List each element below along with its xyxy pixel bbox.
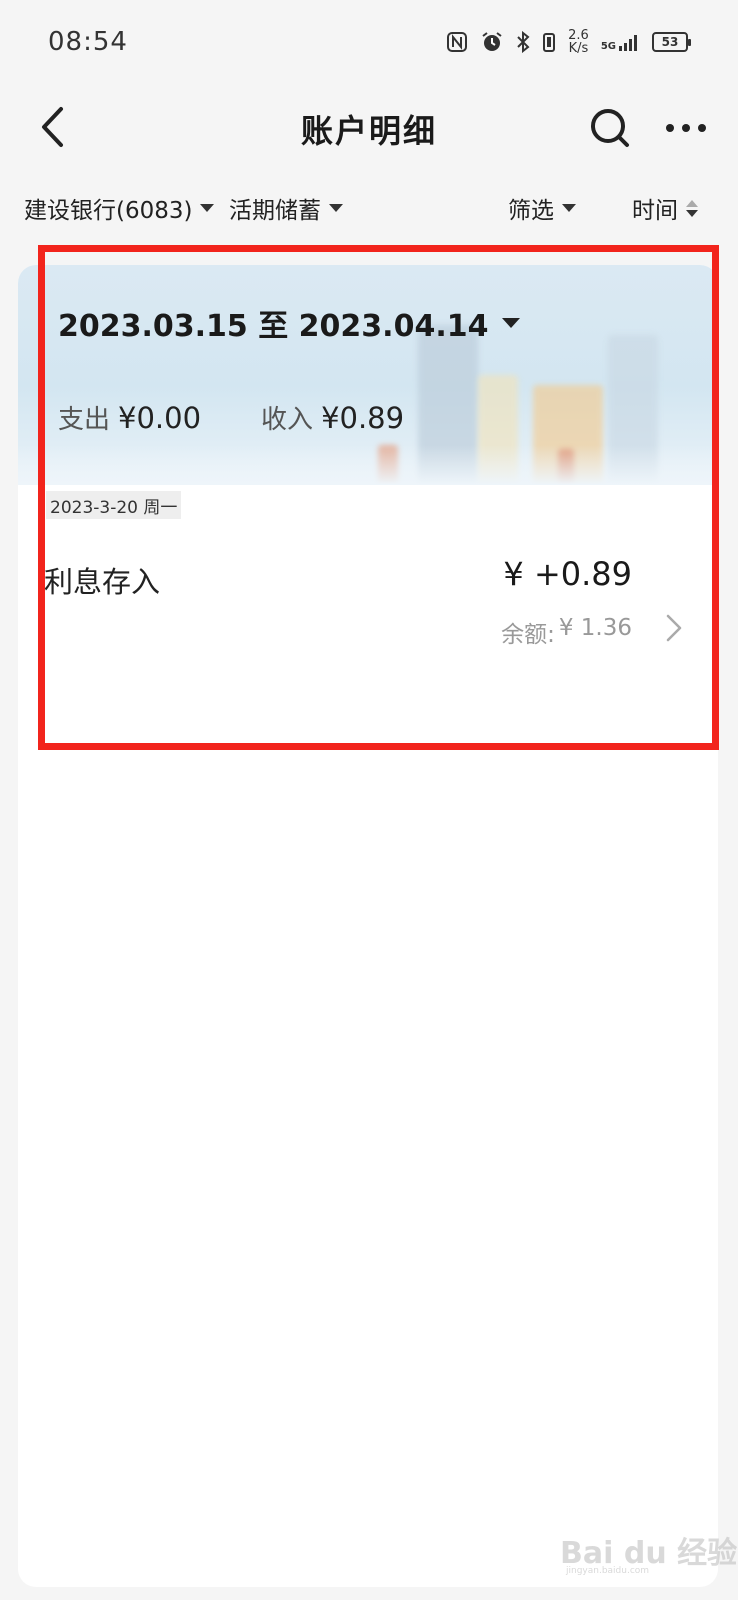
- alarm-icon: [482, 32, 502, 51]
- more-button[interactable]: [660, 102, 712, 154]
- back-button[interactable]: [30, 102, 74, 152]
- filter-label: 筛选: [508, 198, 554, 224]
- expense-summary: 支出 ¥0.00: [58, 399, 201, 436]
- battery-icon: 53: [652, 32, 691, 52]
- income-value: ¥0.89: [321, 401, 405, 435]
- transaction-description: 利息存入: [44, 565, 161, 599]
- expense-value: ¥0.00: [118, 401, 202, 435]
- caret-down-icon: [200, 204, 215, 212]
- network-speed: 2.6 K/s: [568, 29, 589, 55]
- signal-indicator: 5G: [601, 32, 640, 52]
- transaction-row[interactable]: 利息存入 ¥ +0.89 余额: ¥ 1.36: [18, 545, 718, 655]
- account-selector[interactable]: 建设银行(6083): [24, 180, 215, 236]
- date-range-selector[interactable]: 2023.03.15 至 2023.04.14: [58, 301, 521, 345]
- status-time: 08:54: [48, 27, 128, 57]
- network-speed-unit: K/s: [568, 41, 589, 56]
- caret-down-icon: [329, 204, 343, 212]
- caret-down-icon: [502, 318, 521, 328]
- day-header: 2023-3-20 周一: [46, 491, 182, 519]
- status-icons: 2.6 K/s 5G 53: [446, 29, 691, 55]
- sort-label: 时间: [632, 198, 678, 224]
- filter-dropdown[interactable]: 筛选: [508, 180, 576, 236]
- account-type-label: 活期储蓄: [229, 198, 321, 224]
- search-icon: [591, 109, 629, 147]
- statement-card: 2023.03.15 至 2023.04.14 支出 ¥0.00 收入 ¥0.8…: [18, 265, 718, 1587]
- income-summary: 收入 ¥0.89: [261, 399, 404, 436]
- filter-bar: 建设银行(6083) 活期储蓄 筛选 时间: [0, 180, 738, 236]
- date-range-label: 2023.03.15 至 2023.04.14: [58, 309, 489, 344]
- account-selector-label: 建设银行(6083): [24, 198, 193, 224]
- battery-level: 53: [661, 35, 679, 49]
- status-bar: 08:54 2.6 K/s 5G 53: [0, 0, 738, 84]
- nfc-icon: [447, 32, 468, 52]
- balance-label: 余额:: [501, 622, 555, 648]
- navigation-header: 账户明细: [0, 84, 738, 174]
- transaction-balance: 余额: ¥ 1.36: [501, 615, 632, 649]
- chevron-right-icon: [660, 611, 688, 645]
- income-label: 收入: [261, 405, 314, 435]
- watermark-url: jingyan.baidu.com: [566, 1566, 650, 1576]
- more-horizontal-icon: [666, 124, 706, 132]
- network-type: 5G: [600, 41, 616, 52]
- caret-down-icon: [562, 204, 576, 212]
- baidu-watermark: Bai du 经验 jingyan.baidu.com: [556, 1508, 737, 1578]
- expense-label: 支出: [58, 405, 111, 435]
- sort-by-time[interactable]: 时间: [632, 180, 698, 236]
- sort-icon: [686, 199, 698, 217]
- summary-banner: 2023.03.15 至 2023.04.14 支出 ¥0.00 收入 ¥0.8…: [18, 265, 718, 485]
- page-title: 账户明细: [300, 112, 437, 150]
- bluetooth-icon: [517, 31, 530, 53]
- transaction-amount: ¥ +0.89: [503, 555, 632, 593]
- period-summary: 支出 ¥0.00 收入 ¥0.89: [58, 399, 404, 436]
- balance-value: ¥ 1.36: [558, 615, 632, 641]
- search-button[interactable]: [584, 102, 636, 154]
- vibrate-icon: [543, 33, 556, 52]
- signal-icon: [619, 35, 637, 51]
- chevron-left-icon: [42, 107, 63, 147]
- account-type-selector[interactable]: 活期储蓄: [229, 180, 343, 236]
